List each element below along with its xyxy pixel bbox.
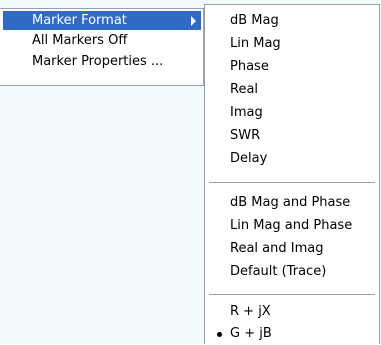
submenu-item-r-jx[interactable]: R + jX: [207, 301, 377, 323]
submenu-item-g-jb[interactable]: G + jB: [207, 323, 377, 345]
submenu-item-label: Imag: [230, 105, 263, 120]
menu-item-label: Marker Format: [32, 13, 127, 28]
menu-item-label: All Markers Off: [32, 33, 128, 48]
submenu-item-label: dB Mag: [230, 13, 279, 28]
submenu-item-label: G + jB: [230, 326, 272, 341]
submenu-item-label: Lin Mag: [230, 36, 281, 51]
submenu-item-label: Delay: [230, 151, 268, 166]
submenu-item-default-trace[interactable]: Default (Trace): [207, 261, 377, 283]
chevron-right-icon: [191, 16, 196, 26]
marker-format-submenu: dB Mag Lin Mag Phase Real Imag SWR Delay…: [204, 4, 380, 344]
submenu-item-label: Real and Imag: [230, 241, 324, 256]
radio-bullet-icon: [217, 332, 222, 337]
menu-separator: [209, 294, 375, 296]
submenu-item-label: SWR: [230, 128, 261, 143]
submenu-item-swr[interactable]: SWR: [207, 125, 377, 147]
menu-item-label: Marker Properties ...: [32, 54, 164, 69]
menu-separator: [209, 182, 375, 184]
submenu-item-label: Lin Mag and Phase: [230, 218, 353, 233]
submenu-item-label: Phase: [230, 59, 269, 74]
submenu-item-lin-mag[interactable]: Lin Mag: [207, 33, 377, 55]
submenu-item-label: Real: [230, 82, 259, 97]
submenu-item-imag[interactable]: Imag: [207, 102, 377, 124]
submenu-item-db-mag[interactable]: dB Mag: [207, 10, 377, 32]
submenu-item-label: Default (Trace): [230, 264, 327, 279]
menu-item-marker-properties[interactable]: Marker Properties ...: [3, 52, 201, 71]
submenu-item-label: R + jX: [230, 304, 271, 319]
menu-item-all-markers-off[interactable]: All Markers Off: [3, 31, 201, 50]
submenu-item-real[interactable]: Real: [207, 79, 377, 101]
submenu-item-db-mag-and-phase[interactable]: dB Mag and Phase: [207, 192, 377, 214]
submenu-item-lin-mag-and-phase[interactable]: Lin Mag and Phase: [207, 215, 377, 237]
menu-item-marker-format[interactable]: Marker Format: [3, 11, 201, 30]
submenu-item-label: dB Mag and Phase: [230, 195, 351, 210]
submenu-item-delay[interactable]: Delay: [207, 148, 377, 170]
submenu-item-phase[interactable]: Phase: [207, 56, 377, 78]
submenu-item-real-and-imag[interactable]: Real and Imag: [207, 238, 377, 260]
context-menu: Marker Format All Markers Off Marker Pro…: [0, 8, 204, 86]
